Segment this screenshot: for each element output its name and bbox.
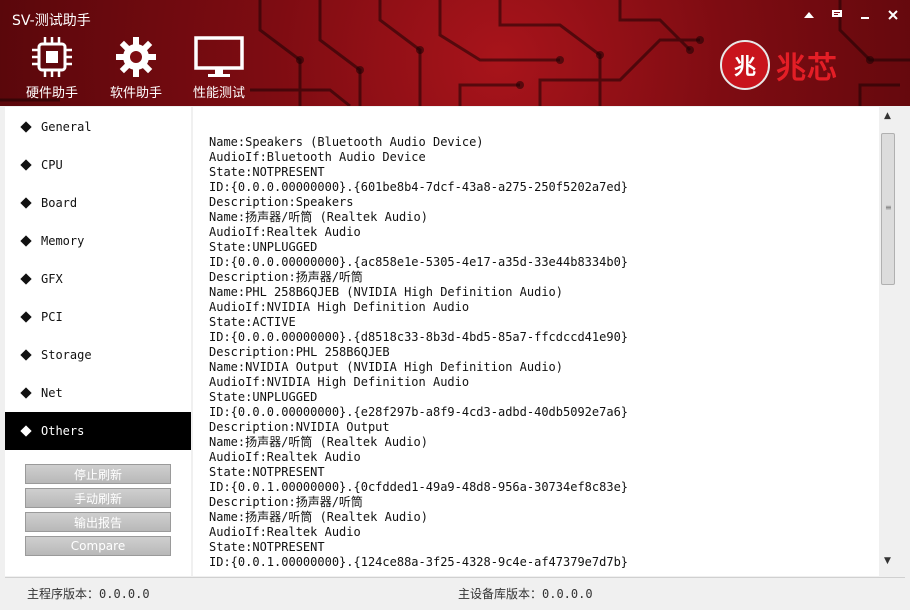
info-line: AudioIf:NVIDIA High Definition Audio bbox=[209, 300, 470, 314]
info-line: State:NOTPRESENT bbox=[209, 165, 325, 179]
info-line: AudioIf:Realtek Audio bbox=[209, 525, 361, 539]
bullet-icon bbox=[20, 387, 32, 399]
info-line: ID:{0.0.0.00000000}.{601be8b4-7dcf-43a8-… bbox=[209, 180, 629, 194]
sidebar-item-label: Storage bbox=[41, 348, 92, 362]
sidebar-item-storage[interactable]: Storage bbox=[5, 336, 191, 374]
info-line: Name:扬声器/听筒 (Realtek Audio) bbox=[209, 435, 428, 449]
toolbar-performance-test[interactable]: 性能测试 bbox=[184, 34, 254, 101]
info-line: AudioIf:Realtek Audio bbox=[209, 450, 361, 464]
chip-icon bbox=[17, 34, 87, 80]
bullet-icon bbox=[20, 197, 32, 209]
sidebar: General CPU Board Memory GFX PCI Storage bbox=[5, 107, 191, 576]
info-line: Description:扬声器/听筒 bbox=[209, 270, 363, 284]
sidebar-item-label: Board bbox=[41, 196, 78, 210]
toolbar-label: 性能测试 bbox=[192, 86, 245, 101]
sidebar-item-label: CPU bbox=[41, 158, 63, 172]
info-line: ID:{0.0.0.00000000}.{e28f297b-a8f9-4cd3-… bbox=[209, 405, 629, 419]
info-line: Description:扬声器/听筒 bbox=[209, 495, 363, 509]
sidebar-item-general[interactable]: General bbox=[5, 108, 191, 146]
toolbar-hardware-assistant[interactable]: 硬件助手 bbox=[17, 34, 87, 101]
info-line: Description:PHL 258B6QJEB bbox=[209, 345, 390, 359]
sidebar-item-net[interactable]: Net bbox=[5, 374, 191, 412]
info-line: State:NOTPRESENT bbox=[209, 540, 325, 554]
info-lines: Name:Speakers (Bluetooth Audio Device) Au… bbox=[209, 135, 628, 570]
manual-refresh-button[interactable]: 手动刷新 bbox=[25, 488, 171, 508]
info-line: Name:扬声器/听筒 (Realtek Audio) bbox=[209, 510, 428, 524]
brand-logo: 兆 兆芯 bbox=[720, 40, 838, 90]
scroll-thumb[interactable]: ≡ bbox=[881, 133, 895, 285]
bullet-icon bbox=[20, 159, 32, 171]
scroll-up-icon[interactable]: ▲ bbox=[879, 107, 896, 124]
grip-icon: ≡ bbox=[885, 203, 892, 212]
info-line: Name:NVIDIA Output (NVIDIA High Definiti… bbox=[209, 360, 564, 374]
sidebar-item-board[interactable]: Board bbox=[5, 184, 191, 222]
bullet-icon bbox=[20, 235, 32, 247]
info-line: Description:NVIDIA Output bbox=[209, 420, 390, 434]
info-line: AudioIf:Bluetooth Audio Device bbox=[209, 150, 426, 164]
export-report-button[interactable]: 输出报告 bbox=[25, 512, 171, 532]
bullet-icon bbox=[20, 273, 32, 285]
sidebar-item-others[interactable]: Others bbox=[5, 412, 191, 450]
skin-icon[interactable] bbox=[800, 6, 818, 24]
info-line: Name:Speakers (Bluetooth Audio Device) bbox=[209, 135, 484, 149]
toolbar-software-assistant[interactable]: 软件助手 bbox=[101, 34, 171, 101]
info-line: Description:Speakers bbox=[209, 195, 354, 209]
status-bar: 主程序版本：0.0.0.0 主设备库版本：0.0.0.0 bbox=[5, 577, 905, 606]
monitor-icon bbox=[184, 34, 254, 80]
info-line: ID:{0.0.0.00000000}.{d8518c33-8b3d-4bd5-… bbox=[209, 330, 629, 344]
scroll-down-icon[interactable]: ▼ bbox=[879, 552, 896, 569]
app-window: SV-测试助手 硬件助手 软件助手 性能测试 兆 兆芯 General CPU … bbox=[0, 0, 910, 610]
sidebar-item-cpu[interactable]: CPU bbox=[5, 146, 191, 184]
bullet-icon bbox=[20, 311, 32, 323]
info-line: ID:{0.0.1.00000000}.{124ce88a-3f25-4328-… bbox=[209, 555, 629, 569]
info-line: AudioIf:Realtek Audio bbox=[209, 225, 361, 239]
toolbar-label: 硬件助手 bbox=[25, 86, 78, 101]
info-text-area[interactable]: Name:Speakers (Bluetooth Audio Device) Au… bbox=[193, 107, 879, 576]
stop-refresh-button[interactable]: 停止刷新 bbox=[25, 464, 171, 484]
info-line: Name:PHL 258B6QJEB (NVIDIA High Definiti… bbox=[209, 285, 564, 299]
program-version: 主程序版本：0.0.0.0 bbox=[27, 587, 150, 601]
bullet-icon bbox=[20, 425, 32, 437]
info-line: Name:扬声器/听筒 (Realtek Audio) bbox=[209, 210, 428, 224]
info-line: AudioIf:NVIDIA High Definition Audio bbox=[209, 375, 470, 389]
vertical-scrollbar[interactable]: ▲ ≡ ▼ bbox=[879, 107, 896, 569]
sidebar-item-label: General bbox=[41, 120, 92, 134]
sidebar-item-label: GFX bbox=[41, 272, 63, 286]
sidebar-item-label: Others bbox=[41, 424, 85, 438]
compare-button[interactable]: Compare bbox=[25, 536, 171, 556]
sidebar-item-label: Net bbox=[41, 386, 63, 400]
minimize-icon[interactable] bbox=[856, 6, 874, 24]
brand-text: 兆芯 bbox=[776, 51, 838, 86]
info-line: ID:{0.0.0.00000000}.{ac858e1e-5305-4e17-… bbox=[209, 255, 629, 269]
chat-icon[interactable] bbox=[828, 6, 846, 24]
info-line: State:UNPLUGGED bbox=[209, 390, 318, 404]
sidebar-item-label: PCI bbox=[41, 310, 63, 324]
info-line: ID:{0.0.1.00000000}.{0cfdded1-49a9-48d8-… bbox=[209, 480, 629, 494]
gear-icon bbox=[101, 34, 171, 80]
info-line: State:NOTPRESENT bbox=[209, 465, 325, 479]
app-title: SV-测试助手 bbox=[12, 13, 91, 29]
close-icon[interactable] bbox=[884, 6, 902, 24]
toolbar-label: 软件助手 bbox=[109, 86, 162, 101]
sidebar-item-memory[interactable]: Memory bbox=[5, 222, 191, 260]
sidebar-item-pci[interactable]: PCI bbox=[5, 298, 191, 336]
info-line: State:UNPLUGGED bbox=[209, 240, 318, 254]
bullet-icon bbox=[20, 121, 32, 133]
bullet-icon bbox=[20, 349, 32, 361]
device-db-version: 主设备库版本：0.0.0.0 bbox=[458, 587, 593, 601]
info-line: State:ACTIVE bbox=[209, 315, 296, 329]
sidebar-item-label: Memory bbox=[41, 234, 85, 248]
header-banner: SV-测试助手 硬件助手 软件助手 性能测试 兆 兆芯 bbox=[0, 0, 910, 106]
sidebar-item-gfx[interactable]: GFX bbox=[5, 260, 191, 298]
zhaoxin-logo-icon: 兆 bbox=[720, 40, 770, 90]
window-controls bbox=[800, 6, 902, 24]
